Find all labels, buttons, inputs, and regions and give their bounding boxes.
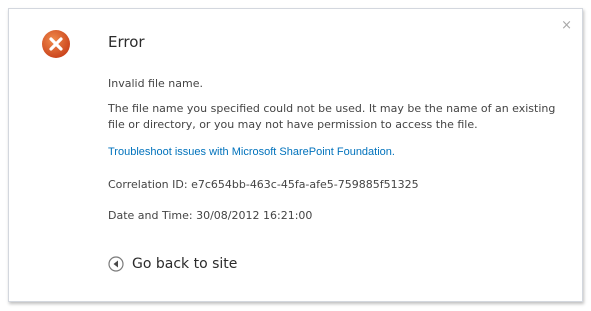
error-details: The file name you specified could not be… bbox=[108, 102, 556, 131]
error-x-icon bbox=[42, 30, 70, 58]
go-back-button[interactable]: Go back to site bbox=[108, 254, 237, 274]
back-arrow-icon bbox=[108, 256, 124, 272]
error-summary: Invalid file name. bbox=[108, 77, 203, 90]
close-icon[interactable]: × bbox=[561, 19, 572, 32]
date-time: Date and Time: 30/08/2012 16:21:00 bbox=[108, 209, 313, 222]
go-back-label: Go back to site bbox=[132, 256, 238, 272]
troubleshoot-link[interactable]: Troubleshoot issues with Microsoft Share… bbox=[108, 146, 395, 158]
correlation-id: Correlation ID: e7c654bb-463c-45fa-afe5-… bbox=[108, 178, 419, 191]
error-dialog: × Error Invalid file name. The file name… bbox=[8, 8, 583, 302]
dialog-title: Error bbox=[108, 33, 145, 51]
